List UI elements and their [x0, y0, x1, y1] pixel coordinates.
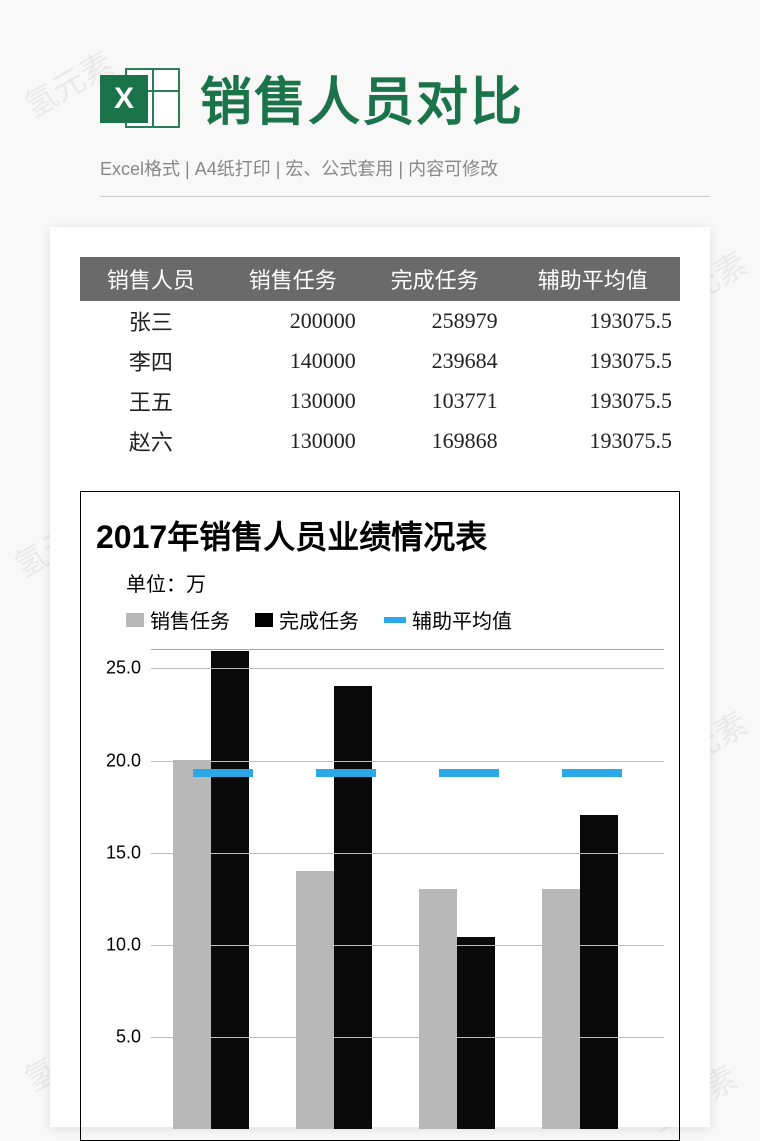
legend-item: 辅助平均值: [384, 605, 512, 634]
y-axis: 5.0 10.0 15.0 20.0 25.0: [96, 650, 146, 1129]
cell-done: 103771: [364, 381, 506, 421]
cell-name: 王五: [80, 381, 222, 421]
cell-task: 130000: [222, 421, 364, 461]
col-header: 销售人员: [80, 257, 222, 301]
page-title: 销售人员对比: [200, 60, 524, 135]
legend-line-icon: [384, 617, 406, 623]
chart-unit: 单位：万: [126, 568, 664, 597]
cell-done: 258979: [364, 301, 506, 341]
cell-avg: 193075.5: [506, 381, 680, 421]
divider: [100, 196, 710, 197]
subtitle: Excel格式 | A4纸打印 | 宏、公式套用 | 内容可修改: [0, 155, 760, 196]
y-tick-label: 25.0: [106, 658, 141, 679]
header: X 销售人员对比: [0, 0, 760, 155]
cell-avg: 193075.5: [506, 301, 680, 341]
cell-done: 239684: [364, 341, 506, 381]
avg-marker: [439, 769, 499, 777]
legend-label: 完成任务: [279, 605, 359, 634]
cell-name: 张三: [80, 301, 222, 341]
legend-label: 辅助平均值: [412, 605, 512, 634]
chart-title: 2017年销售人员业绩情况表: [96, 512, 664, 558]
gridline: [151, 945, 664, 946]
plot-area: 5.010.015.020.025.0: [151, 649, 664, 1129]
chart: 2017年销售人员业绩情况表 单位：万 销售任务 完成任务 辅助平均值 5.0 1…: [80, 491, 680, 1141]
gridline: [151, 853, 664, 854]
legend-label: 销售任务: [150, 605, 230, 634]
avg-marker: [193, 769, 253, 777]
gridline: [151, 668, 664, 669]
cell-task: 130000: [222, 381, 364, 421]
y-tick-label: 5.0: [116, 1026, 141, 1047]
legend-item: 完成任务: [255, 605, 359, 634]
cell-done: 169868: [364, 421, 506, 461]
bar-completed: [211, 651, 249, 1129]
legend-swatch-icon: [255, 613, 273, 627]
legend-swatch-icon: [126, 613, 144, 627]
excel-icon: X: [100, 63, 180, 133]
gridline: [151, 1037, 664, 1038]
cell-task: 140000: [222, 341, 364, 381]
col-header: 辅助平均值: [506, 257, 680, 301]
table-row: 赵六 130000 169868 193075.5: [80, 421, 680, 461]
cell-avg: 193075.5: [506, 341, 680, 381]
gridline: [151, 761, 664, 762]
bar-sales-task: [419, 889, 457, 1129]
data-table: 销售人员 销售任务 完成任务 辅助平均值 张三 200000 258979 19…: [80, 257, 680, 461]
cell-name: 赵六: [80, 421, 222, 461]
cell-name: 李四: [80, 341, 222, 381]
bar-completed: [334, 686, 372, 1129]
cell-avg: 193075.5: [506, 421, 680, 461]
bar-completed: [457, 937, 495, 1129]
y-tick-label: 15.0: [106, 842, 141, 863]
bar-completed: [580, 815, 618, 1129]
col-header: 完成任务: [364, 257, 506, 301]
cell-task: 200000: [222, 301, 364, 341]
table-row: 王五 130000 103771 193075.5: [80, 381, 680, 421]
bar-group: [542, 815, 642, 1129]
bar-group: [296, 686, 396, 1129]
bar-group: [419, 889, 519, 1129]
col-header: 销售任务: [222, 257, 364, 301]
bars-area: [151, 650, 664, 1129]
table-row: 张三 200000 258979 193075.5: [80, 301, 680, 341]
table-row: 李四 140000 239684 193075.5: [80, 341, 680, 381]
legend-item: 销售任务: [126, 605, 230, 634]
bar-sales-task: [296, 871, 334, 1129]
y-tick-label: 10.0: [106, 934, 141, 955]
avg-marker: [562, 769, 622, 777]
document-preview: 销售人员 销售任务 完成任务 辅助平均值 张三 200000 258979 19…: [50, 227, 710, 1127]
table-header-row: 销售人员 销售任务 完成任务 辅助平均值: [80, 257, 680, 301]
avg-marker: [316, 769, 376, 777]
bar-group: [173, 651, 273, 1129]
chart-legend: 销售任务 完成任务 辅助平均值: [126, 605, 664, 634]
y-tick-label: 20.0: [106, 750, 141, 771]
bar-sales-task: [542, 889, 580, 1129]
